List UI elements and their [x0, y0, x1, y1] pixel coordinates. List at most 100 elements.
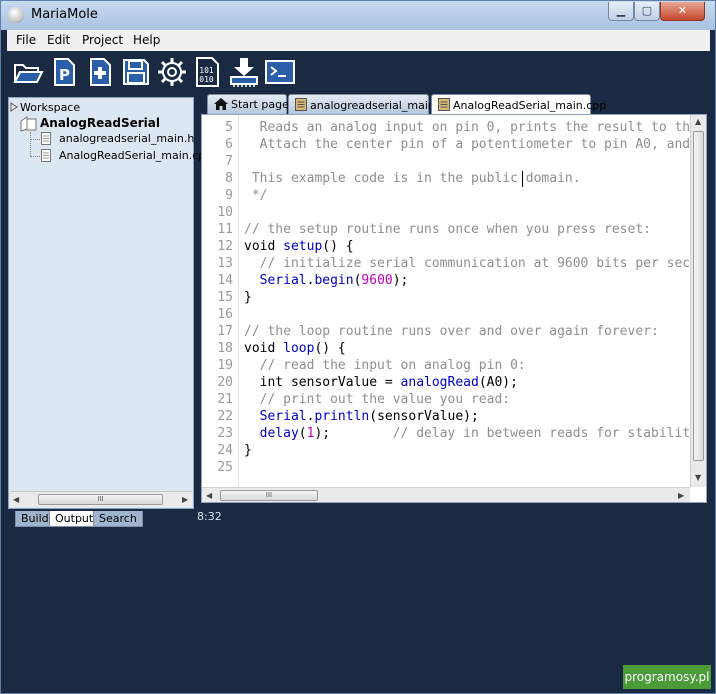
watermark: programosy.pl	[623, 665, 711, 689]
scroll-right-arrow-icon[interactable]: ▶	[678, 491, 684, 500]
code-line[interactable]: void loop() {	[244, 341, 346, 356]
line-number: 25	[217, 460, 233, 475]
code-line[interactable]: */	[244, 188, 268, 203]
menu-edit[interactable]: Edit	[47, 33, 70, 47]
title-bar: MariaMole ▁ ▢ ✕	[1, 1, 715, 30]
main-window: MariaMole ▁ ▢ ✕ File Edit Project Help P	[0, 0, 716, 694]
new-file-icon[interactable]	[84, 56, 116, 88]
scroll-left-arrow-icon[interactable]: ◀	[206, 491, 212, 500]
cursor-position: 8:32	[197, 510, 222, 523]
editor-tabs: Start page analogreadserial_main.h Analo…	[201, 94, 711, 115]
menu-help[interactable]: Help	[133, 33, 160, 47]
line-number: 22	[217, 409, 233, 424]
tab-cpp-file[interactable]: AnalogReadSerial_main.cpp	[431, 94, 606, 115]
code-line[interactable]: }	[244, 443, 252, 458]
code-line[interactable]: // the setup routine runs once when you …	[244, 222, 651, 237]
editor-horizontal-scrollbar[interactable]: ◀ III ▶	[202, 487, 690, 502]
project-icon	[20, 116, 37, 132]
text-caret	[522, 171, 523, 187]
code-line[interactable]: Serial.println(sensorValue);	[244, 409, 479, 424]
compile-binary-icon[interactable]: 101 010	[192, 56, 224, 88]
open-folder-icon[interactable]	[12, 56, 44, 88]
scroll-thumb[interactable]: III	[220, 490, 318, 501]
tab-header-file[interactable]: analogreadserial_main.h	[288, 94, 445, 114]
code-line[interactable]: This example code is in the public domai…	[244, 171, 581, 186]
close-button[interactable]: ✕	[660, 2, 705, 21]
line-number: 9	[225, 188, 233, 203]
menu-project[interactable]: Project	[82, 33, 123, 47]
tab-start-page[interactable]: Start page	[207, 94, 289, 114]
sidebar-horizontal-scrollbar[interactable]: ◀ III ▶	[10, 491, 192, 507]
file-icon	[41, 149, 51, 162]
menu-bar: File Edit Project Help	[7, 30, 710, 51]
line-number: 21	[217, 392, 233, 407]
tree-connector	[30, 156, 40, 157]
line-number: 6	[225, 137, 233, 152]
tree-project[interactable]: AnalogReadSerial	[40, 116, 160, 130]
code-line[interactable]: Serial.begin(9600);	[244, 273, 409, 288]
line-number: 7	[225, 154, 233, 169]
line-number: 13	[217, 256, 233, 271]
mole-app-icon	[8, 7, 24, 23]
line-number: 10	[217, 205, 233, 220]
code-line[interactable]: void setup() {	[244, 239, 354, 254]
window-title: MariaMole	[31, 7, 98, 22]
code-line[interactable]: // read the input on analog pin 0:	[244, 358, 526, 373]
tree-root-workspace[interactable]: Workspace	[20, 101, 80, 114]
save-icon[interactable]	[120, 56, 152, 88]
collapse-arrow-icon[interactable]	[10, 102, 18, 112]
minimize-button[interactable]: ▁	[608, 2, 634, 21]
toolbar: P 101 010	[7, 51, 710, 95]
bottom-panel-tabs: Build Output Search	[8, 509, 194, 527]
code-line[interactable]: Reads an analog input on pin 0, prints t…	[244, 120, 690, 135]
code-text-area[interactable]: Reads an analog input on pin 0, prints t…	[244, 115, 690, 487]
maximize-button[interactable]: ▢	[634, 2, 660, 21]
upload-download-icon[interactable]	[228, 56, 260, 88]
editor-vertical-scrollbar[interactable]: ▲ ▼	[690, 115, 706, 487]
svg-text:010: 010	[199, 75, 214, 84]
tab-label: Start page	[231, 98, 289, 111]
line-number: 24	[217, 443, 233, 458]
svg-text:P: P	[59, 66, 70, 84]
line-number: 15	[217, 290, 233, 305]
line-number-gutter: 5 6 7 8 9 10 11 12 13 14 15 16 17 18 19 …	[202, 115, 239, 487]
tab-label: analogreadserial_main.h	[310, 99, 446, 112]
line-number: 12	[217, 239, 233, 254]
home-icon	[214, 98, 228, 110]
tab-search[interactable]: Search	[93, 511, 143, 527]
line-number: 8	[225, 171, 233, 186]
menu-file[interactable]: File	[16, 33, 36, 47]
scroll-left-arrow-icon[interactable]: ◀	[13, 495, 19, 504]
document-icon	[438, 98, 450, 111]
line-number: 23	[217, 426, 233, 441]
scroll-down-arrow-icon[interactable]: ▼	[695, 473, 701, 482]
line-number: 18	[217, 341, 233, 356]
scroll-thumb[interactable]: III	[38, 494, 163, 505]
tree-file-cpp[interactable]: AnalogReadSerial_main.cpp	[59, 149, 212, 162]
settings-gear-icon[interactable]	[156, 56, 188, 88]
open-project-icon[interactable]: P	[48, 56, 80, 88]
line-number: 14	[217, 273, 233, 288]
serial-terminal-icon[interactable]	[264, 56, 296, 88]
code-line[interactable]: }	[244, 290, 252, 305]
code-line[interactable]: // print out the value you read:	[244, 392, 510, 407]
scroll-up-arrow-icon[interactable]: ▲	[695, 117, 701, 126]
document-icon	[295, 98, 307, 111]
tab-output[interactable]: Output	[49, 511, 100, 527]
line-number: 19	[217, 358, 233, 373]
tree-connector	[30, 139, 40, 140]
tree-connector	[30, 132, 31, 156]
code-line[interactable]: // the loop routine runs over and over a…	[244, 324, 659, 339]
tab-label: AnalogReadSerial_main.cpp	[453, 99, 607, 112]
file-icon	[41, 132, 51, 145]
code-line[interactable]: Attach the center pin of a potentiometer…	[244, 137, 690, 152]
tree-file-header[interactable]: analogreadserial_main.h	[59, 132, 194, 145]
line-number: 11	[217, 222, 233, 237]
scroll-right-arrow-icon[interactable]: ▶	[182, 495, 188, 504]
code-line[interactable]: int sensorValue = analogRead(A0);	[244, 375, 518, 390]
line-number: 5	[225, 120, 233, 135]
code-editor[interactable]: 5 6 7 8 9 10 11 12 13 14 15 16 17 18 19 …	[201, 114, 707, 503]
scroll-thumb[interactable]	[693, 131, 704, 461]
code-line[interactable]: delay(1); // delay in between reads for …	[244, 426, 690, 441]
code-line[interactable]: // initialize serial communication at 96…	[244, 256, 690, 271]
